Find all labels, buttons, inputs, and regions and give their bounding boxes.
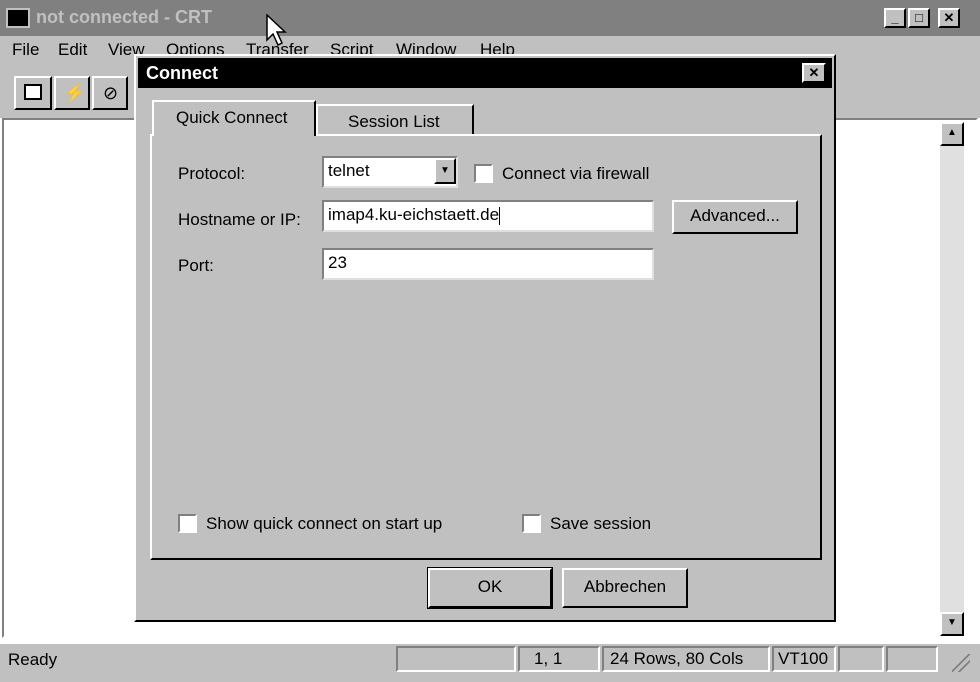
protocol-label: Protocol: [178, 164, 246, 183]
firewall-label[interactable]: Connect via firewall [502, 164, 649, 184]
hostname-value: imap4.ku-eichstaett.de [328, 205, 500, 224]
quick-connect-icon: ⚡ [64, 83, 87, 103]
tab-session-list-label: Session List [348, 112, 440, 131]
port-value: 23 [328, 253, 347, 272]
vertical-scrollbar[interactable]: ▲ ▼ [940, 122, 964, 636]
status-bar: Ready 1, 1 24 Rows, 80 Cols VT100 [0, 644, 980, 682]
tab-session-list[interactable]: Session List [316, 104, 474, 134]
ok-button[interactable]: OK [427, 567, 553, 609]
mouse-pointer-icon [266, 14, 287, 47]
quick-connect-button[interactable]: ⚡ [54, 76, 90, 110]
menu-file[interactable]: File [12, 40, 39, 60]
status-cursor-position: 1, 1 [518, 646, 600, 672]
tab-quick-connect-label: Quick Connect [176, 108, 288, 127]
cancel-button[interactable]: Abbrechen [562, 568, 688, 608]
window-title: not connected - CRT [36, 7, 212, 27]
status-text: Ready [8, 650, 58, 669]
app-icon[interactable] [6, 8, 30, 28]
protocol-value: telnet [328, 161, 370, 180]
show-quick-connect-checkbox[interactable] [178, 514, 197, 533]
status-pane-extra-2 [886, 646, 938, 672]
disconnect-button[interactable]: ⊘ [92, 76, 128, 110]
minimize-button[interactable]: _ [884, 8, 906, 28]
connect-button[interactable] [14, 76, 52, 110]
connect-dialog: Connect ✕ Quick Connect Session List Pro… [134, 54, 836, 622]
scroll-up-button[interactable]: ▲ [940, 122, 964, 146]
show-quick-connect-label[interactable]: Show quick connect on start up [206, 514, 442, 534]
dialog-title-bar[interactable]: Connect ✕ [138, 58, 832, 88]
chevron-down-icon: ▼ [440, 165, 450, 176]
tab-quick-connect[interactable]: Quick Connect [152, 100, 316, 136]
status-emulation: VT100 [772, 646, 836, 672]
menu-edit[interactable]: Edit [58, 40, 87, 60]
disconnect-icon: ⊘ [103, 83, 119, 103]
status-pane-empty [396, 646, 516, 672]
hostname-input[interactable]: imap4.ku-eichstaett.de [322, 200, 654, 232]
cancel-button-label: Abbrechen [583, 577, 667, 596]
status-pane-extra-1 [838, 646, 884, 672]
protocol-dropdown-button[interactable]: ▼ [434, 158, 456, 184]
resize-grip-icon[interactable] [952, 654, 970, 672]
advanced-button-label: Advanced... [690, 206, 780, 225]
tab-panel: Protocol: telnet ▼ Connect via firewall … [150, 134, 822, 560]
text-cursor [499, 206, 501, 225]
firewall-checkbox[interactable] [474, 164, 493, 183]
maximize-button[interactable]: □ [908, 8, 930, 28]
dialog-close-button[interactable]: ✕ [802, 63, 826, 83]
port-label: Port: [178, 256, 214, 275]
advanced-button[interactable]: Advanced... [672, 200, 798, 234]
save-session-checkbox[interactable] [522, 514, 541, 533]
scroll-down-button[interactable]: ▼ [940, 612, 964, 636]
protocol-select[interactable]: telnet ▼ [322, 156, 458, 188]
ok-button-label: OK [477, 577, 503, 596]
main-title-bar[interactable]: not connected - CRT _ □ ✕ [0, 0, 980, 36]
status-terminal-size: 24 Rows, 80 Cols [602, 646, 770, 672]
dialog-title: Connect [146, 63, 218, 83]
close-button[interactable]: ✕ [938, 8, 960, 28]
connect-icon [24, 84, 42, 100]
hostname-label: Hostname or IP: [178, 210, 301, 229]
port-input[interactable]: 23 [322, 248, 654, 280]
save-session-label[interactable]: Save session [550, 514, 651, 534]
